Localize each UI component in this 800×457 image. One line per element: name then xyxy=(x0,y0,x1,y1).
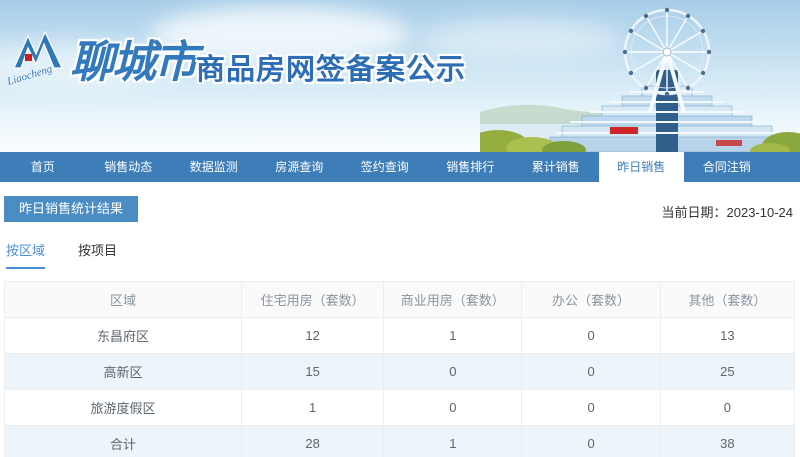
cell-value: 0 xyxy=(521,389,661,426)
cell-value: 0 xyxy=(521,353,661,390)
table-row: 旅游度假区 1 0 0 0 xyxy=(4,389,796,426)
current-date-label: 当前日期： xyxy=(661,205,727,220)
nav-item-home[interactable]: 首页 xyxy=(0,152,86,182)
nav-item-contract-cancel[interactable]: 合同注销 xyxy=(684,152,770,182)
cell-value: 1 xyxy=(240,389,385,426)
main-nav: 首页 销售动态 数据监测 房源查询 签约查询 销售排行 累计销售 昨日销售 合同… xyxy=(0,152,800,186)
cell-value: 25 xyxy=(659,353,796,390)
tab-by-region[interactable]: 按区域 xyxy=(6,240,46,269)
view-tabs: 按区域 按项目 xyxy=(6,240,795,269)
nav-item-sales-dynamics[interactable]: 销售动态 xyxy=(86,152,172,182)
current-date-value: 2023-10-24 xyxy=(726,205,794,220)
page: Liaocheng 聊城市 商品房网签备案公示 首页 销售动态 数据监测 房源查… xyxy=(0,0,800,457)
cell-value: 15 xyxy=(240,353,385,390)
col-header-region: 区域 xyxy=(4,281,242,318)
cell-value: 1 xyxy=(383,425,523,457)
cell-value: 0 xyxy=(521,425,661,457)
cell-region: 高新区 xyxy=(4,353,242,390)
nav-item-contract-query[interactable]: 签约查询 xyxy=(342,152,428,182)
cell-region: 合计 xyxy=(4,425,242,457)
nav-item-data-monitor[interactable]: 数据监测 xyxy=(171,152,257,182)
nav-item-sales-ranking[interactable]: 销售排行 xyxy=(428,152,514,182)
current-date: 当前日期：2023-10-24 xyxy=(661,202,793,221)
cell-value: 0 xyxy=(659,389,796,426)
city-name: 聊城市 xyxy=(70,38,198,87)
table-row: 高新区 15 0 0 25 xyxy=(4,353,796,390)
col-header-residential: 住宅用房（套数） xyxy=(240,281,385,318)
banner-photo xyxy=(480,7,800,152)
site-banner: Liaocheng 聊城市 商品房网签备案公示 xyxy=(0,0,800,152)
cell-value: 28 xyxy=(240,425,385,457)
table-header-row: 区域 住宅用房（套数） 商业用房（套数） 办公（套数） 其他（套数） xyxy=(4,281,796,318)
cell-value: 0 xyxy=(383,353,523,390)
col-header-office: 办公（套数） xyxy=(521,281,661,318)
sales-stats-table: 区域 住宅用房（套数） 商业用房（套数） 办公（套数） 其他（套数） 东昌府区 … xyxy=(4,281,796,457)
brand-block: Liaocheng 聊城市 商品房网签备案公示 xyxy=(0,0,480,152)
site-title: 商品房网签备案公示 xyxy=(196,54,467,86)
tab-by-project[interactable]: 按项目 xyxy=(78,240,117,269)
cell-value: 13 xyxy=(659,317,796,354)
main-content: 昨日销售统计结果 当前日期：2023-10-24 按区域 按项目 区域 住宅用房… xyxy=(0,196,800,457)
cell-value: 38 xyxy=(659,425,796,457)
nav-item-yesterday-sales[interactable]: 昨日销售 xyxy=(598,152,684,186)
cell-value: 12 xyxy=(240,317,385,354)
cell-region: 东昌府区 xyxy=(4,317,242,354)
section-title-badge: 昨日销售统计结果 xyxy=(4,196,139,222)
col-header-other: 其他（套数） xyxy=(659,281,796,318)
cell-value: 0 xyxy=(383,389,523,426)
nav-item-cumulative-sales[interactable]: 累计销售 xyxy=(513,152,599,182)
nav-item-listing-query[interactable]: 房源查询 xyxy=(257,152,343,182)
table-row-total: 合计 28 1 0 38 xyxy=(4,425,796,457)
table-row: 东昌府区 12 1 0 13 xyxy=(4,317,796,354)
cell-value: 1 xyxy=(383,317,523,354)
cell-region: 旅游度假区 xyxy=(4,389,242,426)
col-header-commercial: 商业用房（套数） xyxy=(383,281,523,318)
cell-value: 0 xyxy=(521,317,661,354)
